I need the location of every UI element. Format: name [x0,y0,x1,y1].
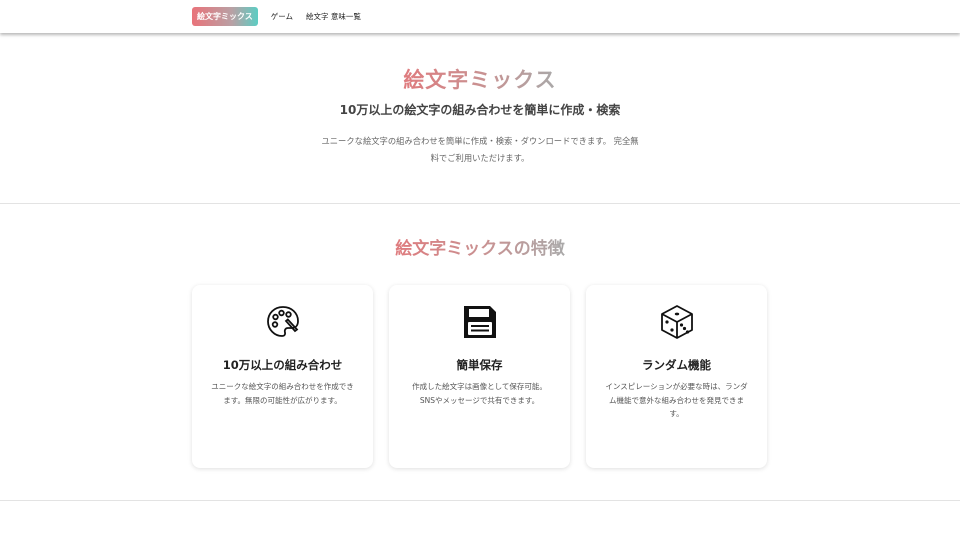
feature-card-description: インスピレーションが必要な時は、ランダム機能で意外な組み合わせを発見できます。 [605,382,748,418]
feature-card-combinations: 10万以上の組み合わせ ユニークな絵文字の組み合わせを作成できます。無限の可能性… [192,285,373,468]
nav-link-game[interactable]: ゲーム [271,11,293,22]
navbar: 絵文字ミックス ゲーム 絵文字 意味一覧 [0,0,960,33]
feature-card-random: ランダム機能 インスピレーションが必要な時は、ランダム機能で意外な組み合わせを発… [586,285,767,468]
hero-title-text: 絵文字ミックス [403,68,557,92]
feature-card-description: ユニークな絵文字の組み合わせを作成できます。無限の可能性が広がります。 [211,382,354,405]
brand-logo-button[interactable]: 絵文字ミックス [192,7,258,26]
hero-section: 絵文字ミックス 10万以上の絵文字の組み合わせを簡単に作成・検索 ユニークな絵文… [0,33,960,203]
section-divider [0,203,960,204]
floppy-disk-icon [389,304,570,340]
section-divider [0,500,960,501]
feature-card-save: 簡単保存 作成した絵文字は画像として保存可能。SNSやメッセージで共有できます。 [389,285,570,468]
feature-card-title: 簡単保存 [456,358,503,372]
feature-card-title: 10万以上の組み合わせ [222,358,343,372]
nav-link-emoji-meanings[interactable]: 絵文字 意味一覧 [306,11,361,22]
features-title: 絵文字ミックスの特徴 [0,234,960,259]
palette-icon [192,304,373,340]
dice-icon [586,304,767,340]
hero-description: ユニークな絵文字の組み合わせを簡単に作成・検索・ダウンロードできます。 完全無料… [321,136,639,163]
hero-title: 絵文字ミックス [0,64,960,94]
features-title-text: 絵文字ミックスの特徴 [395,239,565,259]
hero-subtitle: 10万以上の絵文字の組み合わせを簡単に作成・検索 [339,103,621,117]
feature-card-title: ランダム機能 [642,358,711,372]
feature-card-description: 作成した絵文字は画像として保存可能。SNSやメッセージで共有できます。 [412,382,547,405]
